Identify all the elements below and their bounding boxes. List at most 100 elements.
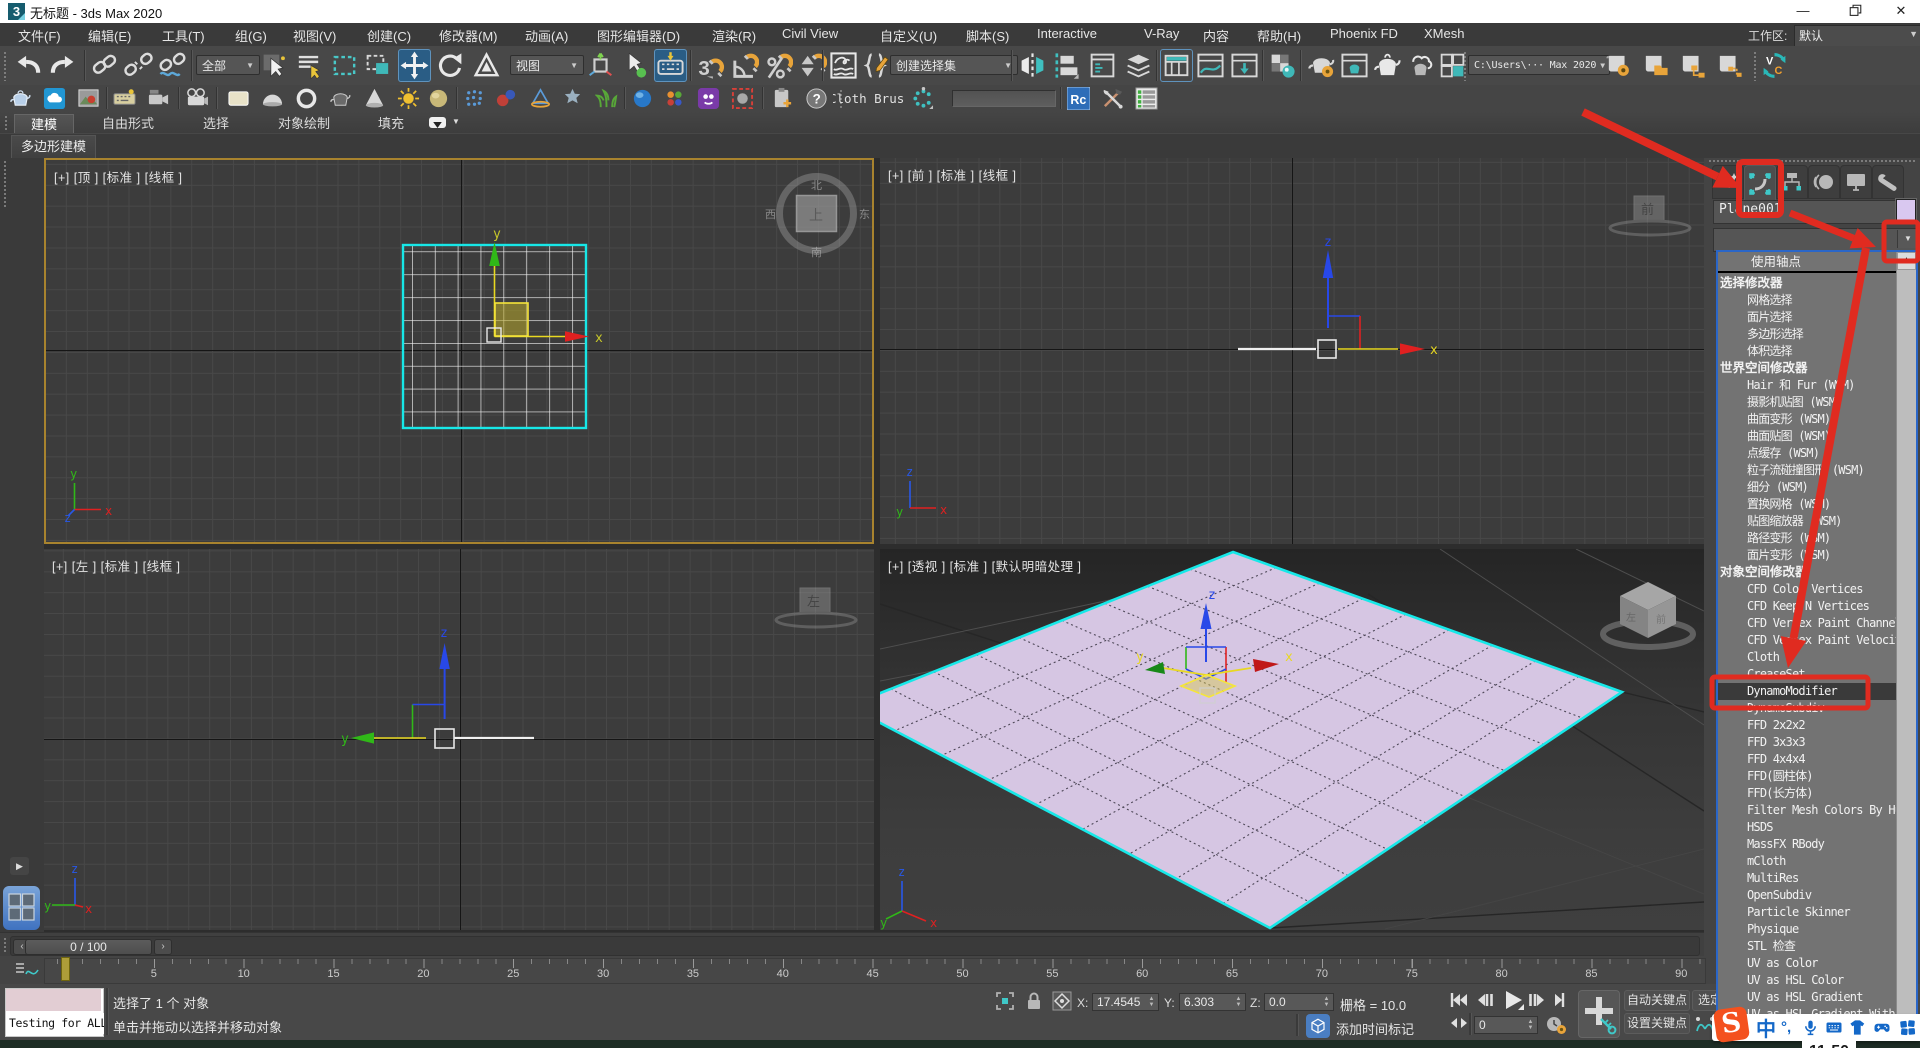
y-coord-field[interactable]: 6.303▲▼ (1179, 993, 1246, 1011)
sidebar-expand-button[interactable]: ▶ (10, 857, 29, 875)
dropdown-item[interactable]: MultiRes (1718, 870, 1916, 887)
help-icon[interactable]: ? (804, 86, 829, 111)
menu-scripting[interactable]: 脚本(S) (966, 26, 1009, 45)
absolute-offset-toggle-icon[interactable] (1052, 991, 1072, 1011)
dropdown-item[interactable]: HSDS (1718, 819, 1916, 836)
cone-primitive-icon[interactable] (362, 86, 387, 111)
vp-menu-standard[interactable]: [标准 ] (101, 560, 139, 574)
dropdown-item[interactable]: 细分 (WSM) (1718, 479, 1916, 496)
vp-menu-pov[interactable]: [顶 ] (74, 171, 99, 185)
menu-xmesh[interactable]: XMesh (1424, 26, 1464, 41)
workspace-link-icon[interactable] (1713, 49, 1746, 82)
scrollbar-up-arrow[interactable]: ▲ (1897, 252, 1916, 270)
close-button[interactable]: ✕ (1884, 0, 1918, 22)
particle-array-icon[interactable] (462, 86, 487, 111)
green-list-icon[interactable] (1134, 86, 1159, 111)
menu-file[interactable]: 文件(F) (18, 26, 61, 45)
sogou-skin-icon[interactable] (1849, 1015, 1866, 1040)
cloud-render-icon[interactable] (42, 86, 67, 111)
dropdown-item[interactable]: FFD 4x4x4 (1718, 751, 1916, 768)
track-bar-ruler[interactable]: 051015202530354045505560657075808590 (44, 958, 1706, 984)
dropdown-item[interactable]: 路径变形 (WSM) (1718, 530, 1916, 547)
ribbon-tab-object-paint[interactable]: 对象绘制 (268, 114, 340, 135)
vp-menu-shading[interactable]: [线框 ] (143, 560, 181, 574)
dropdown-item[interactable]: 体积选择 (1718, 343, 1916, 360)
render-setup-icon[interactable] (1305, 49, 1338, 82)
vray-vfb-icon[interactable]: VC (1758, 49, 1791, 82)
rendered-frame-window-icon[interactable] (1338, 49, 1371, 82)
vp-menu-pov[interactable]: [透视 ] (908, 560, 946, 574)
timeline-drag-handle[interactable] (2, 936, 7, 954)
dome-primitive-icon[interactable] (260, 86, 285, 111)
time-slider-handle[interactable]: 0 / 100 (25, 939, 152, 955)
dropdown-item[interactable]: Particle Skinner (1718, 904, 1916, 921)
sogou-grid-icon[interactable] (1899, 1015, 1916, 1040)
tab-hierarchy[interactable] (1776, 165, 1808, 199)
vp-menu-standard[interactable]: [标准 ] (937, 169, 975, 183)
dropdown-item[interactable]: UV as Color (1718, 955, 1916, 972)
dropdown-item[interactable]: Filter Mesh Colors By Hue (1718, 802, 1916, 819)
workspace-combo[interactable]: 默认▼ (1794, 25, 1920, 47)
noise-ball-icon[interactable] (560, 86, 585, 111)
render-production-icon[interactable] (1371, 49, 1404, 82)
selection-lock-icon[interactable] (1025, 991, 1043, 1011)
film-camera-icon[interactable] (184, 86, 209, 111)
dropdown-item[interactable]: FFD(圆柱体) (1718, 768, 1916, 785)
foliage-icon[interactable] (594, 86, 619, 111)
menu-phoenix-fd[interactable]: Phoenix FD (1330, 26, 1398, 41)
dropdown-item[interactable]: 面片选择 (1718, 309, 1916, 326)
listener-script-line[interactable]: Testing for ALL (6, 1013, 104, 1034)
dropdown-item[interactable]: STL 检查 (1718, 938, 1916, 955)
next-frame-icon[interactable] (1528, 991, 1546, 1009)
clipboard-add-icon[interactable] (770, 86, 795, 111)
viewport-perspective[interactable]: x y z 左 前 zxy [+][透视 ][标准 ][默认明暗处理 ] (880, 549, 1704, 930)
dropdown-item[interactable]: CFD Vertex Paint Velocity (1718, 632, 1916, 649)
playhead[interactable] (61, 957, 70, 981)
dropdown-item[interactable]: CFD Keep N Vertices (1718, 598, 1916, 615)
render-in-cloud-icon[interactable] (1404, 49, 1437, 82)
render-preview-icon[interactable] (76, 86, 101, 111)
ribbon-minimize-icon[interactable] (429, 117, 446, 128)
dropdown-item[interactable]: 粒子流碰撞图形 (WSM) (1718, 462, 1916, 479)
dropdown-item[interactable]: FFD 3x3x3 (1718, 734, 1916, 751)
blue-sphere-icon[interactable] (630, 86, 655, 111)
sogou-gamepad-icon[interactable] (1873, 1015, 1891, 1040)
mask-palette-icon[interactable] (696, 86, 721, 111)
panel-drag-handle[interactable] (1707, 158, 1917, 163)
camera-clapper-icon[interactable] (146, 86, 171, 111)
paint-brush-ring-icon[interactable] (910, 86, 935, 111)
ring-primitive-icon[interactable] (294, 86, 319, 111)
dropdown-item[interactable]: CFD Color Vertices (1718, 581, 1916, 598)
tab-create[interactable] (1712, 165, 1744, 199)
toolbar-drag-handle[interactable] (1752, 50, 1757, 81)
rc-icon[interactable]: Rc (1066, 86, 1091, 111)
dropdown-item[interactable]: Hair 和 Fur (WSM) (1718, 377, 1916, 394)
next-frame-button[interactable]: › (154, 939, 172, 955)
dropdown-item[interactable]: UV as HSL Color (1718, 972, 1916, 989)
menu-group[interactable]: 组(G) (235, 26, 267, 45)
vp-menu-general[interactable]: [+] (888, 560, 904, 574)
sogou-punctuation-icon[interactable]: °, (1781, 1015, 1791, 1040)
minimize-button[interactable]: — (1786, 0, 1820, 22)
dropdown-item[interactable]: Physique (1718, 921, 1916, 938)
sogou-lang-icon[interactable]: 中 (1756, 1015, 1776, 1040)
z-coord-field[interactable]: 0.0▲▼ (1264, 993, 1334, 1011)
sogou-logo-icon[interactable]: S (1713, 1006, 1750, 1043)
current-frame-field[interactable]: 0▲▼ (1474, 1016, 1538, 1034)
ribbon-tab-selection[interactable]: 选择 (193, 114, 239, 135)
dropdown-item[interactable]: CreaseSet (1718, 666, 1916, 683)
vp-menu-general[interactable]: [+] (888, 169, 904, 183)
vp-menu-shading[interactable]: [默认明暗处理 ] (992, 560, 1082, 574)
add-time-tag-label[interactable]: 添加时间标记 (1336, 1019, 1414, 1038)
workspace-folder-icon[interactable] (1639, 49, 1672, 82)
go-to-start-icon[interactable] (1449, 991, 1467, 1009)
dropdown-item[interactable]: 曲面变形 (WSM) (1718, 411, 1916, 428)
dropdown-item[interactable]: FFD(长方体) (1718, 785, 1916, 802)
previous-frame-icon[interactable] (1476, 991, 1494, 1009)
auto-key-button[interactable]: 自动关键点 (1624, 990, 1690, 1011)
space-warp-icon[interactable] (528, 86, 553, 111)
dropdown-item[interactable]: FFD 2x2x2 (1718, 717, 1916, 734)
sun-light-icon[interactable] (396, 86, 421, 111)
menu-edit[interactable]: 编辑(E) (88, 26, 131, 45)
sogou-mic-icon[interactable] (1803, 1015, 1818, 1040)
